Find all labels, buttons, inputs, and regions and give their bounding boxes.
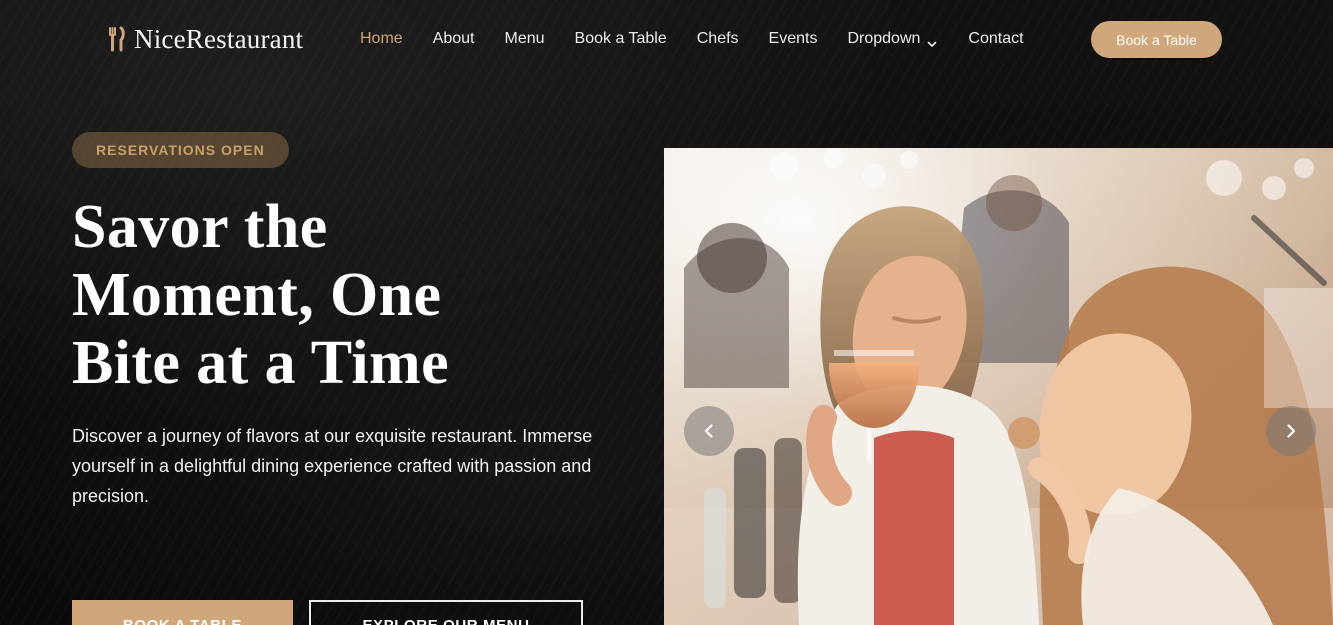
site-header: NiceRestaurant Home About Menu Book a Ta… [0, 0, 1333, 78]
chevron-down-icon [926, 34, 938, 47]
nav-about[interactable]: About [433, 27, 475, 51]
hero-title-line: Savor the [72, 193, 328, 261]
hero-image [664, 148, 1333, 625]
carousel-next-button[interactable] [1266, 406, 1316, 456]
header-book-table-button[interactable]: Book a Table [1091, 21, 1222, 58]
reservations-badge: RESERVATIONS OPEN [72, 132, 289, 168]
hero-title-line: Moment, One [72, 261, 442, 329]
nav-chefs[interactable]: Chefs [697, 27, 739, 51]
nav-dropdown[interactable]: Dropdown [847, 27, 938, 51]
brand-name: NiceRestaurant [134, 23, 304, 54]
hero-title-line: Bite at a Time [72, 329, 449, 397]
nav-book-a-table[interactable]: Book a Table [575, 27, 667, 51]
hero-book-table-button[interactable]: BOOK A TABLE [72, 600, 293, 625]
carousel-prev-button[interactable] [684, 406, 734, 456]
nav-menu[interactable]: Menu [505, 27, 545, 51]
hero-description: Discover a journey of flavors at our exq… [72, 426, 593, 506]
hero-title: Savor the Moment, One Bite at a Time [72, 193, 592, 397]
chevron-right-icon [1282, 422, 1300, 440]
nav-home[interactable]: Home [360, 27, 403, 51]
hero-explore-menu-button[interactable]: EXPLORE OUR MENU [309, 600, 583, 625]
hero-photo [664, 148, 1333, 625]
brand-logo[interactable]: NiceRestaurant [108, 22, 303, 56]
nav-contact[interactable]: Contact [968, 27, 1023, 51]
chevron-left-icon [700, 422, 718, 440]
utensils-icon [108, 26, 126, 52]
page: NiceRestaurant Home About Menu Book a Ta… [0, 0, 1333, 625]
nav-dropdown-label: Dropdown [847, 30, 921, 47]
primary-nav: Home About Menu Book a Table Chefs Event… [360, 27, 1024, 51]
nav-events[interactable]: Events [769, 27, 818, 51]
